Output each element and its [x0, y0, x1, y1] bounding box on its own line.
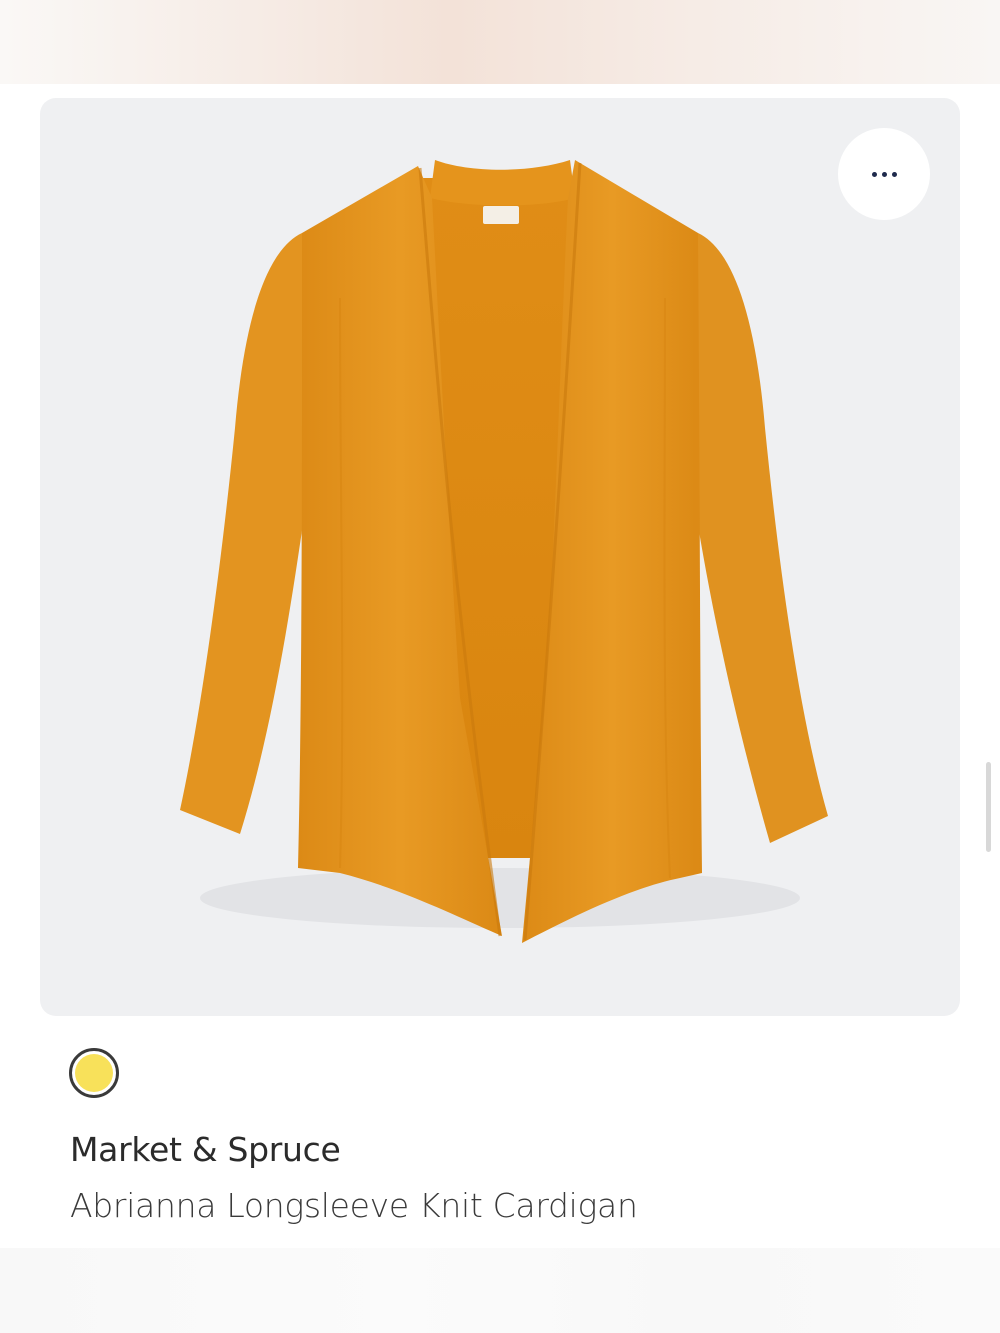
more-options-button[interactable] [838, 128, 930, 220]
swatch-fill [75, 1054, 113, 1092]
color-swatch-yellow[interactable] [69, 1048, 119, 1098]
scrollbar-thumb[interactable] [986, 762, 991, 852]
right-sleeve [692, 233, 828, 843]
more-horizontal-icon [871, 171, 897, 177]
product-name: Abrianna Longsleeve Knit Cardigan [70, 1186, 638, 1225]
left-sleeve [180, 233, 308, 834]
product-image-card[interactable] [40, 98, 960, 1016]
product-image [180, 160, 828, 943]
top-header-strip [0, 0, 1000, 84]
product-detail-page: Market & Spruce Abrianna Longsleeve Knit… [0, 0, 1000, 1333]
bottom-strip [0, 1248, 1000, 1333]
product-brand: Market & Spruce [70, 1130, 341, 1169]
garment-label [483, 206, 519, 224]
